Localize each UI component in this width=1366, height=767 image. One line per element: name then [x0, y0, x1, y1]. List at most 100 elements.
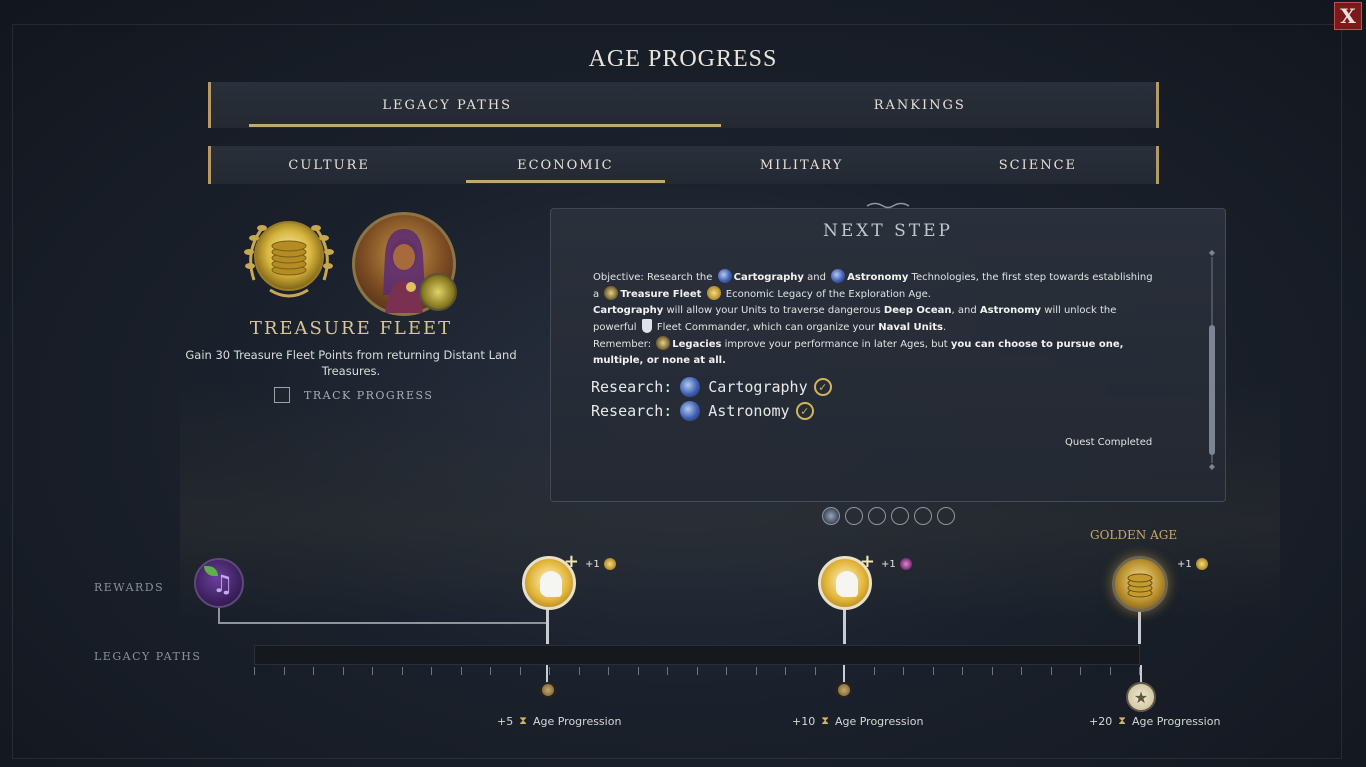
reward-bonus: +1: [881, 558, 914, 570]
reward-bonus: +1: [1177, 558, 1210, 570]
research-tech: Astronomy: [708, 402, 790, 420]
track-progress-toggle[interactable]: TRACK PROGRESS: [274, 387, 433, 403]
milestone-stem: [1140, 665, 1142, 683]
reward-bonus: +1: [585, 558, 618, 570]
progress-tick: [785, 667, 786, 675]
text-segment: Objective: Research the: [593, 272, 713, 283]
tab-legacy-paths[interactable]: LEGACY PATHS: [211, 82, 721, 128]
research-prefix: Research:: [591, 378, 673, 396]
page-dot[interactable]: [868, 507, 886, 525]
progress-tick: [549, 667, 550, 675]
tab-economic[interactable]: ECONOMIC: [447, 146, 683, 184]
milestone-text: Age Progression: [532, 714, 622, 728]
track-progress-checkbox[interactable]: [274, 387, 290, 403]
text-segment: improve your performance in later Ages, …: [724, 339, 948, 350]
golden-age-reward-node[interactable]: [1112, 556, 1168, 612]
bonus-value: +1: [585, 558, 600, 570]
great-person-icon: [836, 571, 858, 597]
technology-globe-icon: [717, 269, 732, 283]
legacies-term: Legacies: [672, 339, 722, 350]
progress-ticks: [254, 667, 1140, 677]
milestone-text: Age Progression: [1131, 714, 1221, 728]
leader-portrait: [352, 212, 457, 316]
gold-icon: [706, 286, 721, 300]
tab-label: RANKINGS: [873, 97, 966, 113]
research-tech: Cartography: [708, 378, 808, 396]
tab-culture[interactable]: CULTURE: [211, 146, 447, 184]
tech-name: Astronomy: [979, 305, 1042, 316]
progress-tick: [313, 667, 314, 675]
legacy-name: Treasure Fleet: [620, 289, 702, 300]
progress-tick: [401, 667, 403, 675]
page-dot[interactable]: [891, 507, 909, 525]
tab-science[interactable]: SCIENCE: [920, 146, 1156, 184]
milestone-marker: [836, 682, 852, 698]
next-step-text: Objective: Research the Cartography and …: [593, 269, 1153, 369]
technology-globe-icon: [680, 377, 701, 397]
milestone-label: +10 ⧗ Age Progression: [792, 714, 923, 728]
progress-tick: [372, 667, 373, 675]
tab-label: SCIENCE: [998, 157, 1078, 173]
tab-military[interactable]: MILITARY: [684, 146, 920, 184]
technology-globe-icon: [831, 269, 846, 283]
next-step-scrollbar[interactable]: ◆ ◆: [1208, 249, 1216, 471]
text-segment: will unlock the: [1044, 305, 1117, 316]
page-dot[interactable]: [822, 507, 840, 525]
culture-reward-node[interactable]: ♫: [194, 558, 244, 608]
legacy-icon: [656, 336, 671, 350]
tab-rankings[interactable]: RANKINGS: [684, 82, 1157, 128]
text-segment: and: [807, 272, 826, 283]
tech-name: Astronomy: [847, 272, 909, 283]
progress-tick: [637, 667, 639, 675]
gold-coins-laurel-icon: [244, 221, 334, 298]
bonus-value: +1: [881, 558, 896, 570]
close-button[interactable]: X: [1334, 2, 1362, 30]
commander-shield-icon: [641, 319, 652, 333]
reward-stem: [546, 604, 549, 644]
progress-tick: [991, 667, 993, 675]
text-segment: .: [942, 322, 947, 333]
close-icon: X: [1340, 4, 1356, 28]
page-dot[interactable]: [914, 507, 932, 525]
bonus-value: +1: [1177, 558, 1192, 570]
great-person-reward-node[interactable]: +: [522, 551, 579, 610]
progress-tick: [283, 667, 285, 675]
hourglass-icon: ⧗: [821, 714, 829, 727]
gold-coins-icon: [1127, 573, 1153, 598]
path-tab-bar: CULTURE ECONOMIC MILITARY SCIENCE: [208, 146, 1159, 184]
progress-tick: [755, 667, 757, 675]
research-prefix: Research:: [591, 402, 673, 420]
progress-tick: [578, 667, 580, 675]
milestone-label: +20 ⧗ Age Progression: [1089, 714, 1220, 728]
progress-tick: [873, 667, 875, 675]
scroll-up-icon[interactable]: ◆: [1208, 249, 1216, 257]
plus-icon: +: [859, 551, 875, 572]
progress-tick: [696, 667, 698, 675]
progress-tick: [1080, 667, 1081, 675]
progress-tick: [460, 667, 462, 675]
objective-description: Gain 30 Treasure Fleet Points from retur…: [185, 348, 517, 378]
progress-tick: [608, 667, 609, 675]
tech-name: Cartography: [593, 305, 664, 316]
progress-tick: [519, 667, 521, 675]
scroll-down-icon[interactable]: ◆: [1208, 463, 1216, 471]
progress-tick: [667, 667, 668, 675]
checkmark-icon: ✓: [795, 402, 814, 420]
progress-tick: [814, 667, 816, 675]
progress-tick: [1050, 667, 1052, 675]
legacy-progress-bar: [254, 645, 1140, 665]
terrain-name: Deep Ocean: [883, 305, 952, 316]
milestone-value: +5: [497, 714, 514, 728]
gold-icon: [1195, 558, 1208, 570]
great-person-reward-node[interactable]: +: [818, 551, 875, 610]
progress-tick: [431, 667, 432, 675]
page-dot[interactable]: [845, 507, 863, 525]
tab-label: LEGACY PATHS: [382, 97, 513, 113]
reward-stem: [843, 604, 846, 644]
page-dot[interactable]: [937, 507, 955, 525]
scroll-thumb[interactable]: [1209, 325, 1215, 455]
main-tab-bar: LEGACY PATHS RANKINGS: [208, 82, 1159, 128]
legacy-paths-row-label: LEGACY PATHS: [94, 650, 202, 663]
milestone-marker: [540, 682, 556, 698]
plus-icon: +: [563, 551, 579, 572]
